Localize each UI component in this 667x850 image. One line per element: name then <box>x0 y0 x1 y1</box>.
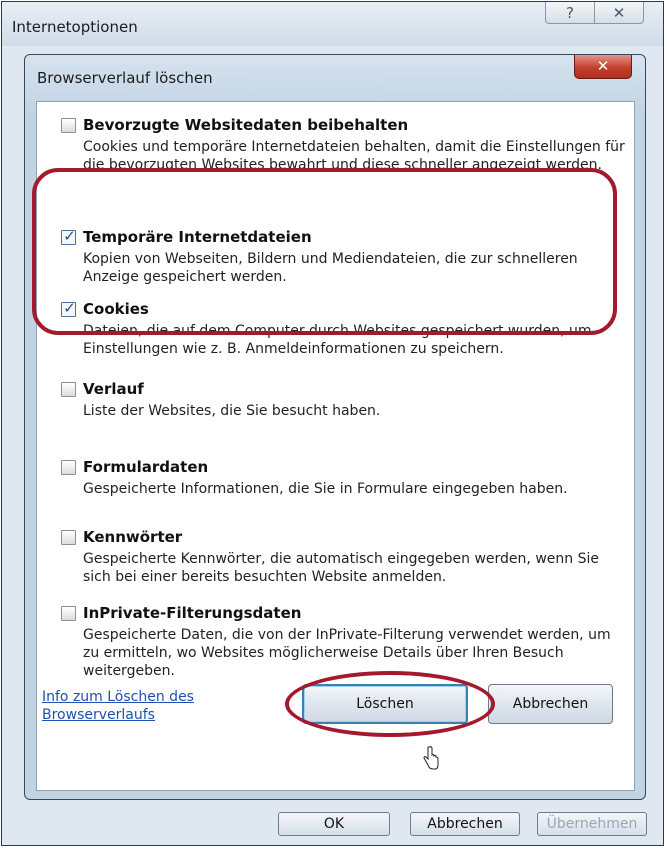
option-label[interactable]: Bevorzugte Websitedaten beibehalten <box>83 116 408 134</box>
checkbox-passwords[interactable] <box>61 530 76 545</box>
option-description: Liste der Websites, die Sie besucht habe… <box>83 403 381 419</box>
checkbox-history[interactable] <box>61 382 76 397</box>
ok-button[interactable]: OK <box>278 812 390 836</box>
outer-window-title: Internetoptionen <box>12 18 138 36</box>
help-button[interactable]: ? <box>545 2 595 24</box>
help-link[interactable]: Info zum Löschen des Browserverlaufs <box>42 688 242 724</box>
dialog-title: Browserverlauf löschen <box>37 69 213 87</box>
option-description: Gespeicherte Informationen, die Sie in F… <box>83 481 568 497</box>
outer-cancel-button[interactable]: Abbrechen <box>410 812 520 836</box>
highlight-oval <box>285 671 495 737</box>
option-label[interactable]: Verlauf <box>83 380 144 398</box>
checkbox-inprivate-filtering[interactable] <box>61 606 76 621</box>
internet-options-window: Internetoptionen ? ✕ Browserverlauf lösc… <box>1 1 664 846</box>
dialog-close-button[interactable]: ✕ <box>574 55 632 79</box>
option-description: Gespeicherte Kennwörter, die automatisch… <box>83 551 599 585</box>
hand-cursor-icon <box>423 746 439 770</box>
option-label[interactable]: Kennwörter <box>83 528 182 546</box>
cancel-button[interactable]: Abbrechen <box>488 684 613 724</box>
checkbox-form-data[interactable] <box>61 460 76 475</box>
apply-button[interactable]: Übernehmen <box>537 812 647 836</box>
option-label[interactable]: InPrivate-Filterungsdaten <box>83 604 301 622</box>
highlight-box <box>32 168 617 335</box>
outer-button-bar: OK Abbrechen Übernehmen <box>2 802 667 850</box>
checkbox-preserve-favorites[interactable] <box>61 118 76 133</box>
outer-close-button[interactable]: ✕ <box>594 2 644 24</box>
option-label[interactable]: Formulardaten <box>83 458 208 476</box>
